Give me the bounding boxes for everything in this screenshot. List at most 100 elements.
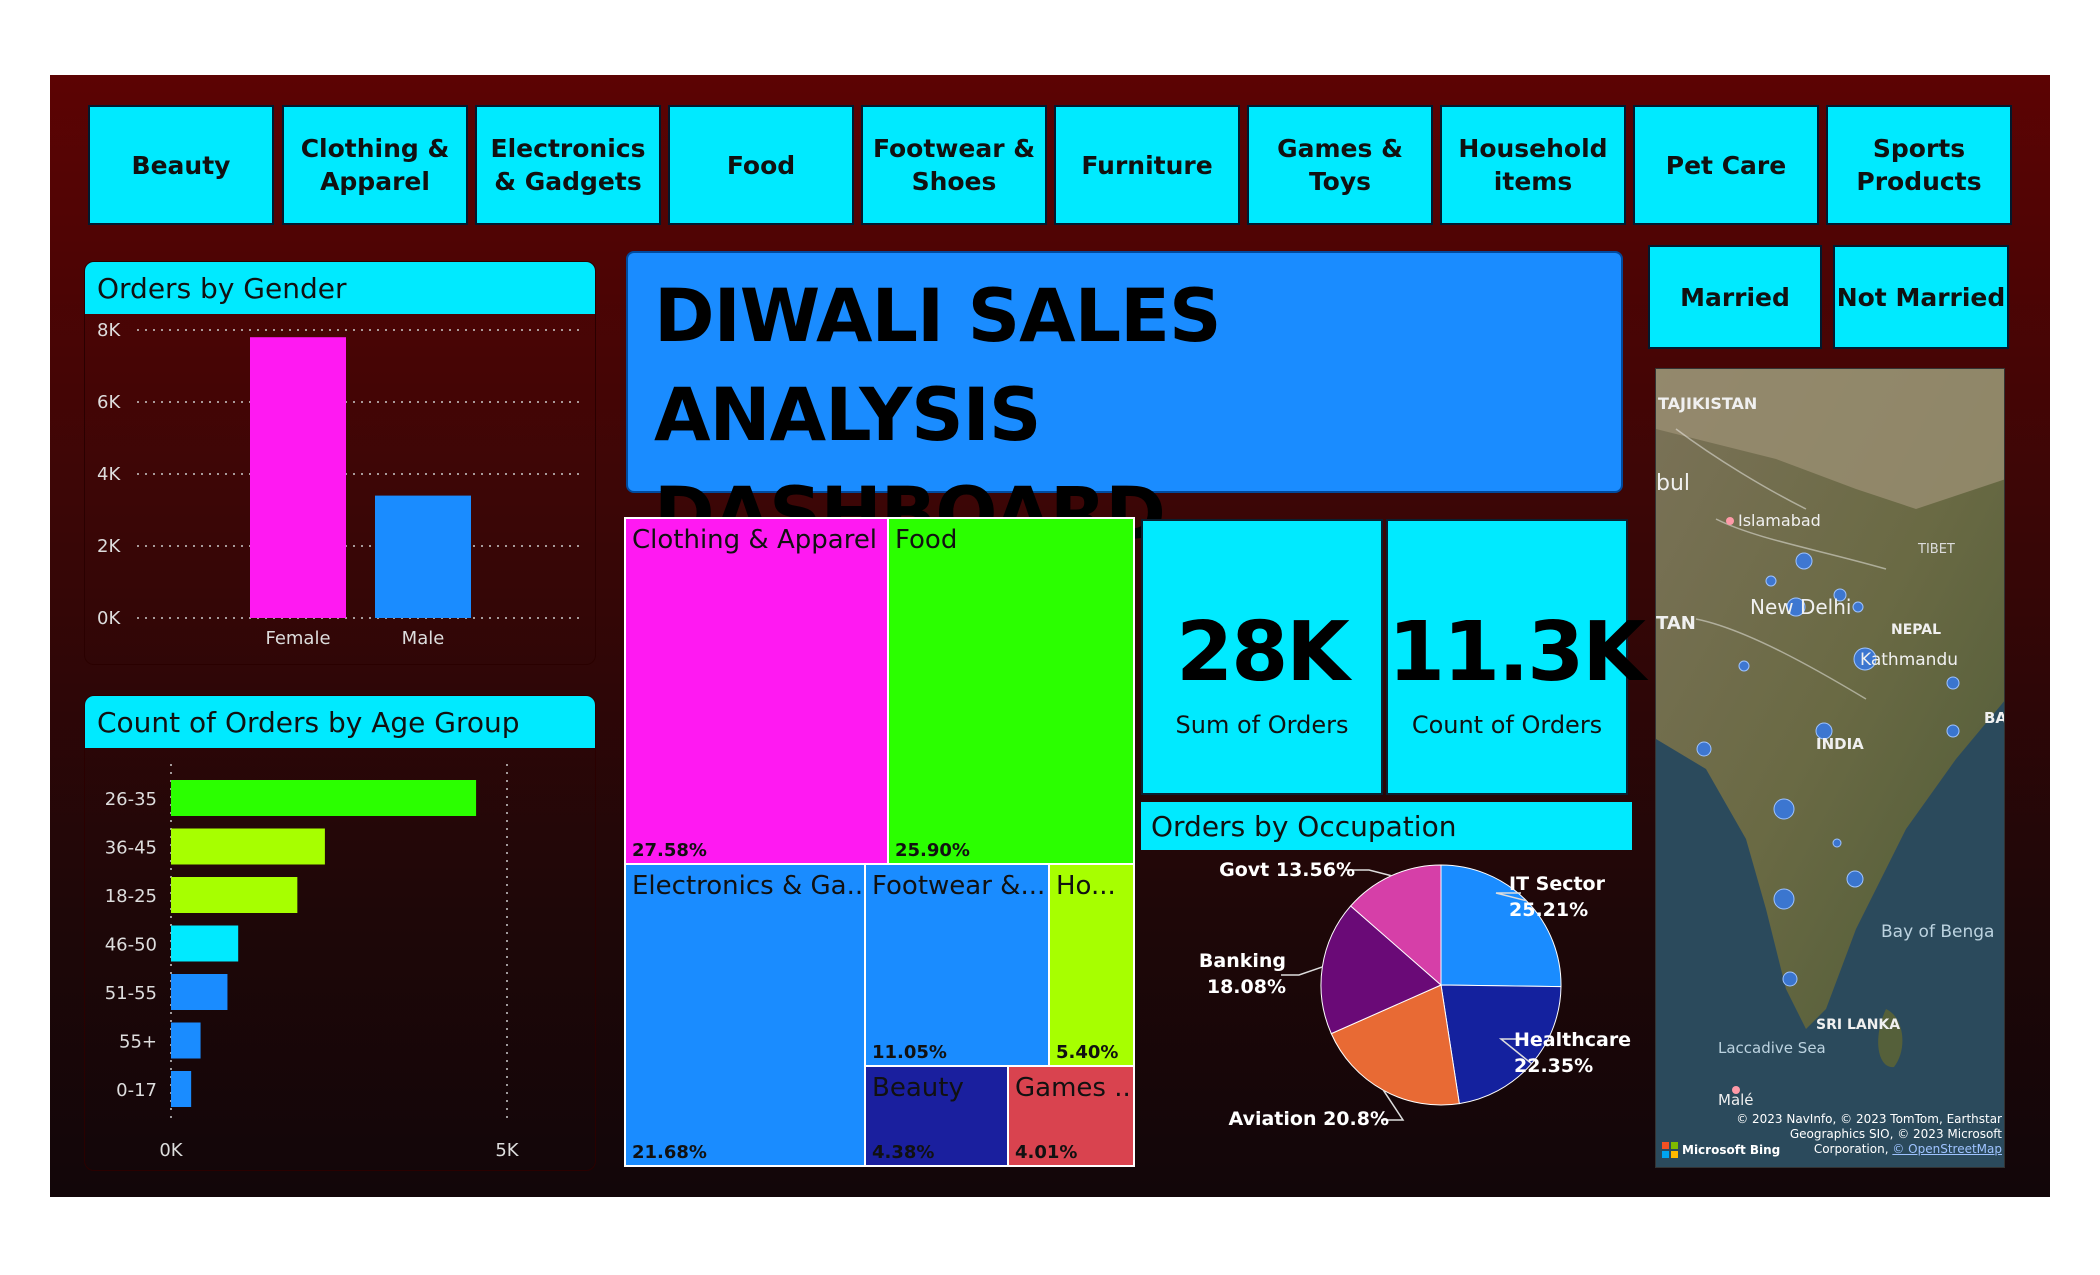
treemap-tile-pct: 25.90% [895,840,970,861]
pie-label-pct: 22.35% [1514,1055,1593,1077]
treemap-tile-footwear[interactable]: Footwear &... 11.05% [864,863,1050,1067]
sum-of-orders-value: 28K [1176,605,1350,700]
gender-x-tick-label: Female [265,628,330,649]
slicer-pet-care[interactable]: Pet Care [1633,105,1819,225]
age-bar-26-35[interactable] [171,780,477,816]
city-marker [1732,1086,1740,1094]
map-label: Islamabad [1738,511,1821,530]
gender-chart-title: Orders by Gender [85,262,595,314]
treemap-tile-pct: 11.05% [872,1042,947,1063]
pie-label-name: Healthcare [1514,1029,1631,1051]
slicer-electronics-gadgets[interactable]: Electronics & Gadgets [475,105,661,225]
age-y-tick-label: 51-55 [105,983,157,1004]
pie-label-name: IT Sector [1509,873,1606,895]
bing-logo-text: Microsoft Bing [1682,1143,1781,1157]
map-attribution-line: Corporation, [1813,1142,1889,1156]
treemap-tile-pct: 27.58% [632,840,707,861]
treemap-tile-label: Beauty [872,1073,964,1103]
slicer-games-toys[interactable]: Games & Toys [1247,105,1433,225]
pie-leader-line [1281,966,1323,976]
slicer-household-items[interactable]: Household items [1440,105,1626,225]
treemap-tile-label: Games ... [1015,1073,1135,1103]
age-y-tick-label: 18-25 [105,886,157,907]
treemap-tile-household[interactable]: Ho... 5.40% [1048,863,1135,1067]
map-label: SRI LANKA [1816,1017,1900,1033]
slicer-furniture[interactable]: Furniture [1054,105,1240,225]
gender-bar-male[interactable] [375,495,471,618]
pie-label-name: Aviation 20.8% [1229,1108,1389,1130]
not-married-slicer-button[interactable]: Not Married [1833,245,2009,349]
treemap-tile-food[interactable]: Food 25.90% [887,517,1135,865]
gender-chart-panel: Orders by Gender 0K 2K 4K 6K 8K Female Male [84,261,596,665]
age-y-tick-label: 46-50 [105,935,157,956]
age-bar-46-50[interactable] [171,925,239,962]
treemap-tile-pct: 5.40% [1056,1042,1119,1063]
slicer-footwear-shoes[interactable]: Footwear & Shoes [861,105,1047,225]
count-of-orders-value: 11.3K [1388,605,1646,700]
treemap-tile-label: Electronics & Ga... [632,871,866,901]
occupation-pie-chart: IT Sector 25.21% Healthcare 22.35% Aviation … [1199,859,1631,1130]
age-chart-title: Count of Orders by Age Group [85,696,595,748]
gender-bar-chart: 0K 2K 4K 6K 8K Female Male [97,320,585,649]
openstreetmap-link[interactable]: © OpenStreetMap [1892,1142,2002,1156]
treemap-tile-pct: 4.38% [872,1142,935,1163]
orders-map[interactable]: TAJIKISTAN bul Islamabad TIBET TAN New D… [1655,368,2005,1168]
age-x-tick-label: 0K [159,1140,183,1161]
age-bar-51-55[interactable] [171,974,228,1010]
slicer-sports-products[interactable]: Sports Products [1826,105,2012,225]
gender-y-tick-label: 0K [97,608,121,629]
treemap-tile-electronics[interactable]: Electronics & Ga... 21.68% [624,863,866,1167]
map-label: Bay of Benga [1881,922,1994,942]
map-label: INDIA [1816,735,1864,753]
sum-of-orders-caption: Sum of Orders [1175,711,1349,739]
age-y-tick-label: 26-35 [105,789,157,810]
map-canvas: TAJIKISTAN bul Islamabad TIBET TAN New D… [1656,369,2004,1167]
city-marker [1726,517,1734,525]
age-bar-36-45[interactable] [171,828,325,865]
age-y-tick-label: 55+ [119,1032,157,1053]
gender-y-tick-label: 8K [97,320,121,341]
slicer-food[interactable]: Food [668,105,854,225]
map-label: bul [1656,471,1690,496]
map-label: TIBET [1917,542,1955,557]
treemap-tile-pct: 21.68% [632,1142,707,1163]
age-bar-chart: 26-35 36-45 18-25 46-50 51-55 55+ 0-17 0K 5K [105,764,520,1161]
sum-of-orders-card: 28K Sum of Orders [1141,519,1383,795]
microsoft-logo-icon [1662,1142,1678,1158]
gender-y-tick-label: 6K [97,392,121,413]
pie-label-pct: 25.21% [1509,899,1588,921]
treemap-tile-games[interactable]: Games ... 4.01% [1007,1065,1135,1167]
age-bar-18-25[interactable] [171,877,298,913]
gender-y-tick-label: 2K [97,536,121,557]
dashboard-title-box: DIWALI SALES ANALYSIS DASHBOARD [626,251,1623,557]
treemap-tile-clothing[interactable]: Clothing & Apparel 27.58% [624,517,889,865]
age-y-tick-label: 36-45 [105,838,157,859]
map-attribution-line: Geographics SIO, © 2023 Microsoft [1789,1127,2002,1141]
map-label: New Delhi [1750,595,1851,619]
treemap-tile-label: Footwear &... [872,871,1046,901]
slicer-beauty[interactable]: Beauty [88,105,274,225]
map-label: Kathmandu [1860,650,1958,670]
age-x-tick-label: 5K [495,1140,519,1161]
map-attribution-line: © 2023 NavInfo, © 2023 TomTom, Earthstar [1736,1112,2002,1126]
treemap-tile-label: Food [895,525,958,555]
map-label: TAJIKISTAN [1658,394,1757,413]
married-slicer-button[interactable]: Married [1648,245,1822,349]
age-bar-55plus[interactable] [171,1022,201,1059]
treemap-tile-beauty[interactable]: Beauty 4.38% [864,1065,1009,1167]
occupation-chart-title: Orders by Occupation [1141,802,1632,850]
gender-bar-female[interactable] [250,337,346,618]
dashboard-title-line1: DIWALI SALES ANALYSIS [654,274,1222,458]
age-bar-0-17[interactable] [171,1071,192,1107]
bing-logo: Microsoft Bing [1662,1142,1780,1158]
age-y-tick-label: 0-17 [116,1080,157,1101]
pie-label-name: Govt 13.56% [1219,859,1355,881]
slicer-clothing-apparel[interactable]: Clothing & Apparel [282,105,468,225]
dashboard-canvas: Beauty Clothing & Apparel Electronics & Ga… [50,75,2050,1197]
gender-y-tick-label: 4K [97,464,121,485]
treemap-tile-pct: 4.01% [1015,1142,1078,1163]
treemap-tile-label: Clothing & Apparel [632,525,878,555]
map-label: NEPAL [1891,622,1941,638]
pie-label-name: Banking [1199,950,1286,972]
count-of-orders-card: 11.3K Count of Orders [1386,519,1646,795]
